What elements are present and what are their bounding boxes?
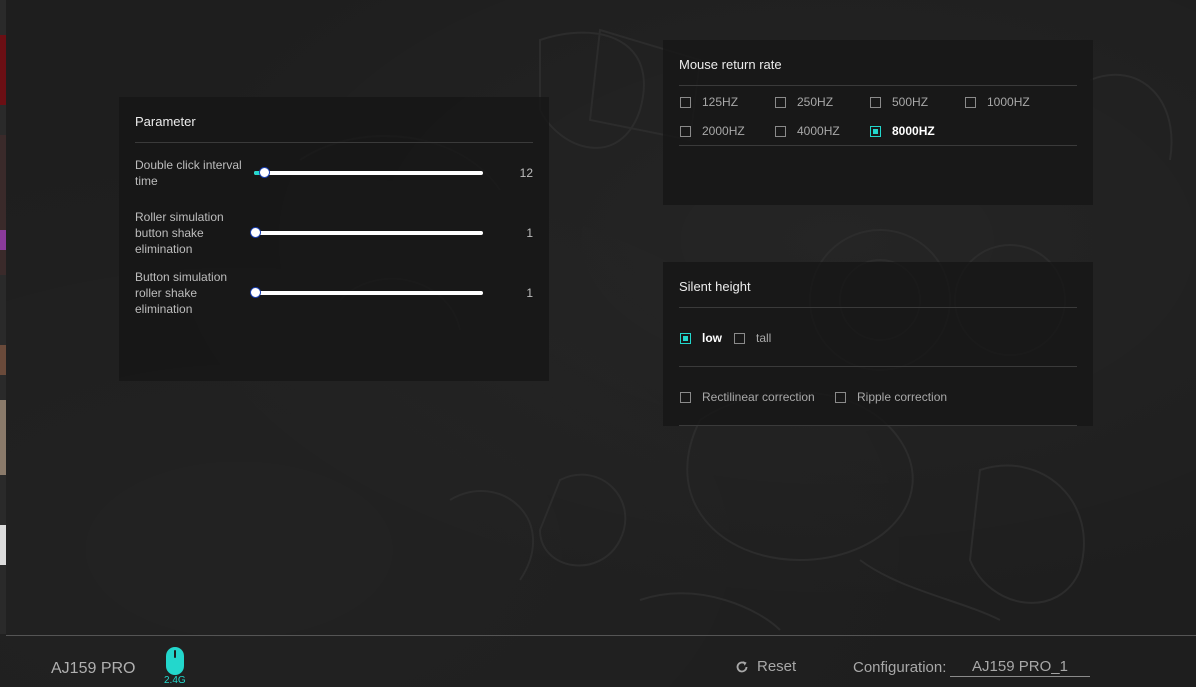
rate-option-label: 1000HZ	[987, 95, 1030, 109]
checkbox-icon[interactable]	[680, 96, 691, 108]
checkbox-checked-icon[interactable]	[680, 332, 691, 344]
parameter-divider	[135, 142, 533, 143]
checkbox-icon[interactable]	[775, 125, 786, 137]
param-label-button-simulation: Button simulation roller shake eliminati…	[135, 270, 228, 316]
rate-option-label: 500HZ	[892, 95, 929, 109]
ripple-correction-option[interactable]: Ripple correction	[835, 390, 947, 404]
rate-option-125hz[interactable]: 125HZ	[680, 95, 738, 109]
height-option-label: tall	[756, 331, 772, 345]
rate-option-500hz[interactable]: 500HZ	[870, 95, 928, 109]
silent-height-middle-divider	[679, 366, 1077, 367]
checkbox-icon[interactable]	[965, 96, 976, 108]
param-value-roller-simulation: 1	[526, 226, 533, 240]
configuration-select[interactable]: AJ159 PRO_1	[950, 658, 1090, 677]
rate-option-label: 250HZ	[797, 95, 834, 109]
correction-label: Ripple correction	[857, 390, 948, 404]
silent-height-divider	[679, 307, 1077, 308]
rate-option-label: 8000HZ	[892, 124, 935, 138]
roller-simulation-slider[interactable]	[250, 227, 483, 238]
checkbox-icon[interactable]	[680, 391, 691, 403]
reset-button[interactable]: Reset	[735, 658, 796, 675]
connection-label: 2.4G	[164, 675, 186, 686]
checkbox-icon[interactable]	[835, 391, 846, 403]
rate-option-label: 125HZ	[702, 95, 739, 109]
rectilinear-correction-option[interactable]: Rectilinear correction	[680, 390, 815, 404]
parameter-panel-title: Parameter	[135, 114, 196, 129]
return-rate-bottom-divider	[679, 145, 1077, 146]
rate-option-4000hz[interactable]: 4000HZ	[775, 124, 840, 138]
param-label-roller-simulation: Roller simulation button shake eliminati…	[135, 210, 224, 256]
param-label-double-click: Double click interval time	[135, 158, 242, 188]
slider-thumb[interactable]	[250, 287, 261, 298]
param-value-double-click: 12	[519, 166, 533, 180]
param-value-button-simulation: 1	[526, 286, 533, 300]
configuration-label: Configuration:	[853, 659, 947, 676]
correction-label: Rectilinear correction	[702, 390, 815, 404]
rate-option-250hz[interactable]: 250HZ	[775, 95, 833, 109]
rate-option-label: 2000HZ	[702, 124, 745, 138]
checkbox-icon[interactable]	[775, 96, 786, 108]
mouse-icon[interactable]	[165, 646, 185, 676]
checkbox-icon[interactable]	[870, 96, 881, 108]
return-rate-panel: Mouse return rate 125HZ 250HZ 500HZ 1000…	[663, 40, 1093, 205]
rate-option-2000hz[interactable]: 2000HZ	[680, 124, 745, 138]
rate-option-8000hz[interactable]: 8000HZ	[870, 124, 935, 138]
silent-height-bottom-divider	[679, 425, 1077, 426]
reset-icon	[736, 660, 748, 672]
double-click-slider[interactable]	[254, 167, 483, 178]
button-simulation-slider[interactable]	[250, 287, 483, 298]
bottom-bar: AJ159 PRO 2.4G Reset Configuration: AJ15…	[6, 635, 1196, 687]
return-rate-title: Mouse return rate	[679, 57, 782, 72]
return-rate-divider	[679, 85, 1077, 86]
background-window-edge	[0, 0, 6, 634]
rate-option-label: 4000HZ	[797, 124, 840, 138]
checkbox-icon[interactable]	[734, 332, 745, 344]
reset-label: Reset	[757, 658, 797, 675]
height-option-label: low	[702, 331, 722, 345]
silent-height-title: Silent height	[679, 279, 751, 294]
checkbox-checked-icon[interactable]	[870, 125, 881, 137]
slider-thumb[interactable]	[259, 167, 270, 178]
checkbox-icon[interactable]	[680, 125, 691, 137]
device-name: AJ159 PRO	[51, 660, 136, 677]
parameter-panel: Parameter Double click interval time 12 …	[119, 97, 549, 381]
rate-option-1000hz[interactable]: 1000HZ	[965, 95, 1030, 109]
height-option-tall[interactable]: tall	[734, 331, 771, 345]
height-option-low[interactable]: low	[680, 331, 722, 345]
slider-thumb[interactable]	[250, 227, 261, 238]
silent-height-panel: Silent height low tall Rectilinear corre…	[663, 262, 1093, 426]
